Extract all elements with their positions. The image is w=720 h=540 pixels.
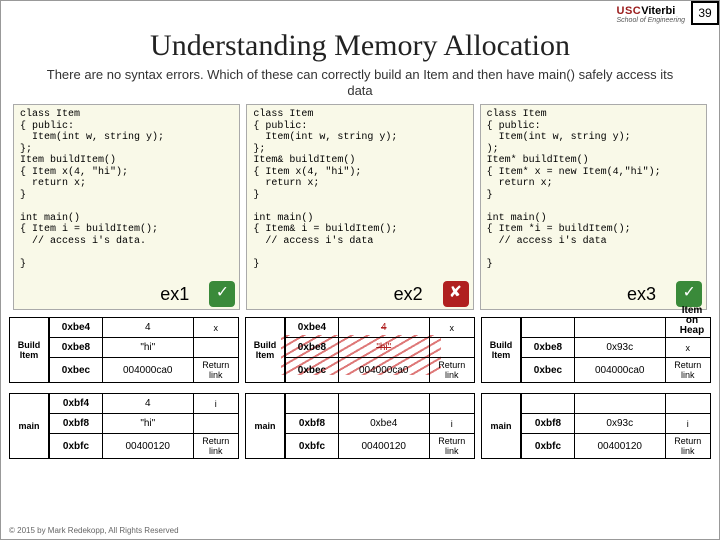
main-label: main bbox=[9, 393, 49, 459]
memory-tables: Build Item 0xbe44x 0xbe8"hi" 0xbec004000… bbox=[1, 317, 719, 459]
code-ex2: class Item { public: Item(int w, string … bbox=[246, 104, 473, 310]
page-title: Understanding Memory Allocation bbox=[1, 29, 719, 63]
table-row: 0xbec004000ca0Return link bbox=[50, 358, 239, 383]
logo-prefix: USC bbox=[617, 5, 642, 17]
table-row: 0xbe8"hi" bbox=[50, 338, 239, 358]
code-ex1: class Item { public: Item(int w, string … bbox=[13, 104, 240, 310]
logo-name: Viterbi bbox=[641, 5, 675, 17]
table-row: 0xbe44x bbox=[50, 318, 239, 338]
memory-col-ex3: Build Item 0xbe80x93cx 0xbec004000ca0Ret… bbox=[481, 317, 711, 459]
table-row: 0xbfc00400120Return link bbox=[522, 434, 711, 459]
code-row: class Item { public: Item(int w, string … bbox=[1, 104, 719, 310]
table-ex3-main: 0xbf80x93ci 0xbfc00400120Return link bbox=[521, 393, 711, 459]
school-logo: USCViterbi School of Engineering bbox=[617, 5, 686, 24]
build-item-label: Build Item bbox=[245, 317, 285, 383]
table-row: 0xbe44x bbox=[286, 318, 475, 338]
ex3-label: ex3 bbox=[627, 284, 656, 305]
table-row: 0xbfc00400120Return link bbox=[50, 434, 239, 459]
build-item-label: Build Item bbox=[9, 317, 49, 383]
table-row: 0xbec004000ca0Return link bbox=[286, 358, 475, 383]
table-row: 0xbe80x93cx bbox=[522, 338, 711, 358]
check-icon: ✓ bbox=[676, 281, 702, 307]
table-ex1-main: 0xbf44i 0xbf8"hi" 0xbfc00400120Return li… bbox=[49, 393, 239, 459]
top-bar: USCViterbi School of Engineering 39 bbox=[617, 1, 720, 25]
page-subtitle: There are no syntax errors. Which of the… bbox=[1, 67, 719, 98]
logo-subline: School of Engineering bbox=[617, 17, 686, 24]
check-icon: ✓ bbox=[209, 281, 235, 307]
ex1-label: ex1 bbox=[160, 284, 189, 305]
table-row bbox=[522, 394, 711, 414]
table-row bbox=[286, 394, 475, 414]
code-ex3-text: class Item { public: Item(int w, string … bbox=[487, 109, 661, 270]
code-ex2-text: class Item { public: Item(int w, string … bbox=[253, 109, 397, 270]
main-label: main bbox=[245, 393, 285, 459]
table-ex2-main: 0xbf80xbe4i 0xbfc00400120Return link bbox=[285, 393, 475, 459]
table-row: 0xbe8"hi" bbox=[286, 338, 475, 358]
ex2-label: ex2 bbox=[394, 284, 423, 305]
code-ex3: class Item { public: Item(int w, string … bbox=[480, 104, 707, 310]
table-row: 0xbfc00400120Return link bbox=[286, 434, 475, 459]
table-row: 0xbec004000ca0Return link bbox=[522, 358, 711, 383]
table-ex1-build: 0xbe44x 0xbe8"hi" 0xbec004000ca0Return l… bbox=[49, 317, 239, 383]
table-row: 0xbf44i bbox=[50, 394, 239, 414]
memory-col-ex1: Build Item 0xbe44x 0xbe8"hi" 0xbec004000… bbox=[9, 317, 239, 459]
table-row bbox=[522, 318, 711, 338]
table-ex3-build: 0xbe80x93cx 0xbec004000ca0Return link bbox=[521, 317, 711, 383]
table-row: 0xbf80xbe4i bbox=[286, 414, 475, 434]
build-item-label: Build Item bbox=[481, 317, 521, 383]
table-row: 0xbf8"hi" bbox=[50, 414, 239, 434]
code-ex1-text: class Item { public: Item(int w, string … bbox=[20, 109, 164, 270]
table-row: 0xbf80x93ci bbox=[522, 414, 711, 434]
memory-col-ex2: Build Item 0xbe44x 0xbe8"hi" 0xbec004000… bbox=[245, 317, 475, 459]
footer-copyright: © 2015 by Mark Redekopp, All Rights Rese… bbox=[9, 526, 179, 535]
table-ex2-build: 0xbe44x 0xbe8"hi" 0xbec004000ca0Return l… bbox=[285, 317, 475, 383]
page-number: 39 bbox=[691, 1, 719, 25]
main-label: main bbox=[481, 393, 521, 459]
cross-icon: ✘ bbox=[443, 281, 469, 307]
